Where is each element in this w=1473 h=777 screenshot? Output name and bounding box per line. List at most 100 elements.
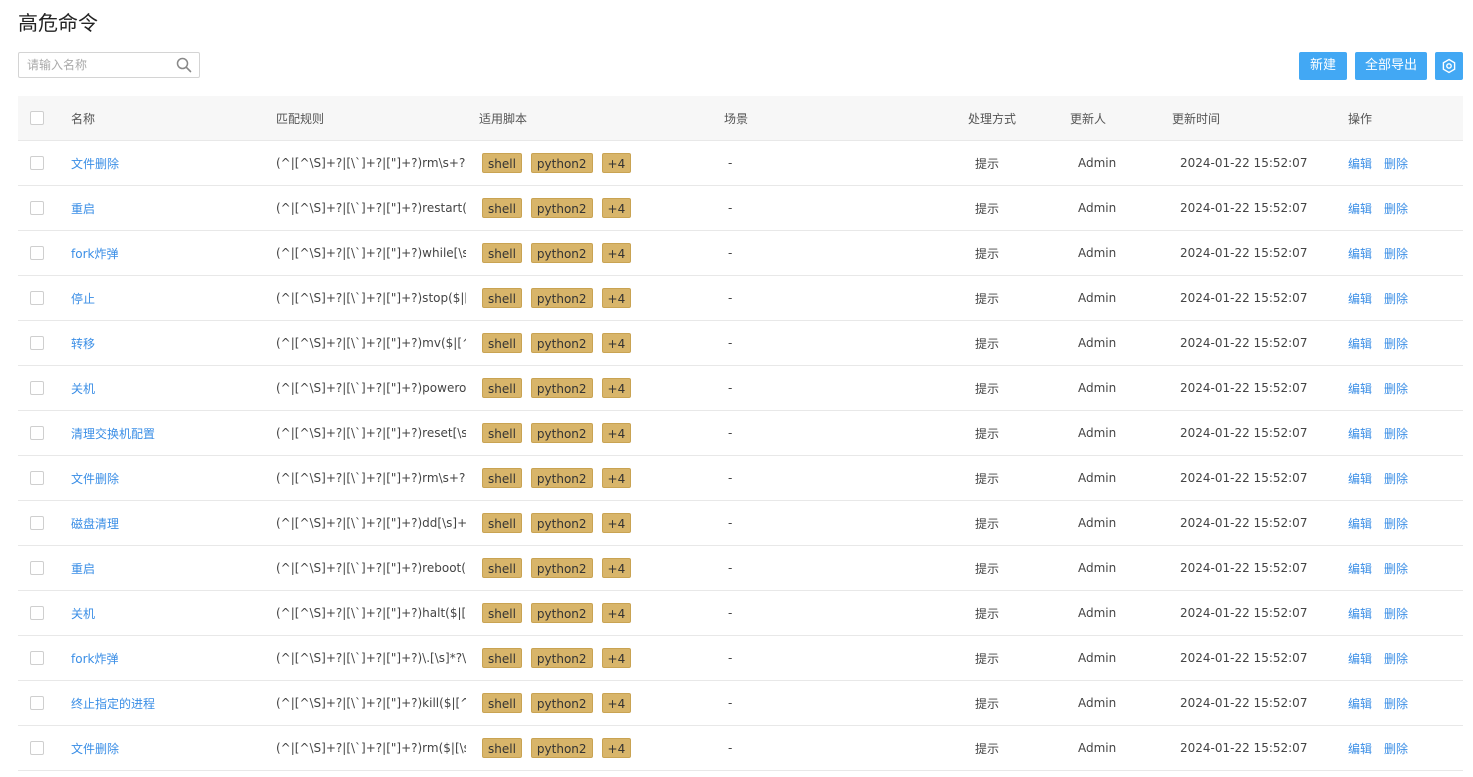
command-name-link[interactable]: fork炸弹 — [71, 650, 118, 667]
row-checkbox[interactable] — [30, 471, 44, 485]
match-rule: (^|[^\S]+?|[\`]+?|["]+?)rm\s+?-[rf... — [276, 156, 466, 170]
script-tag-more[interactable]: +4 — [601, 693, 632, 713]
delete-link[interactable]: 删除 — [1384, 155, 1408, 172]
delete-link[interactable]: 删除 — [1384, 380, 1408, 397]
row-checkbox[interactable] — [30, 426, 44, 440]
script-tag: python2 — [530, 513, 593, 533]
delete-link[interactable]: 删除 — [1384, 245, 1408, 262]
command-name-link[interactable]: 磁盘清理 — [71, 515, 119, 532]
edit-link[interactable]: 编辑 — [1348, 695, 1372, 712]
handling-value: 提示 — [975, 516, 1000, 531]
edit-link[interactable]: 编辑 — [1348, 650, 1372, 667]
command-name-link[interactable]: 终止指定的进程 — [71, 695, 155, 712]
row-checkbox[interactable] — [30, 651, 44, 665]
search-input[interactable] — [27, 54, 177, 76]
script-tag: shell — [482, 738, 522, 758]
row-checkbox[interactable] — [30, 516, 44, 530]
script-tag-more[interactable]: +4 — [601, 243, 632, 263]
script-tag: python2 — [530, 153, 593, 173]
delete-link[interactable]: 删除 — [1384, 560, 1408, 577]
edit-link[interactable]: 编辑 — [1348, 560, 1372, 577]
edit-link[interactable]: 编辑 — [1348, 605, 1372, 622]
edit-link[interactable]: 编辑 — [1348, 155, 1372, 172]
command-name-link[interactable]: 转移 — [71, 335, 95, 352]
edit-link[interactable]: 编辑 — [1348, 335, 1372, 352]
match-rule: (^|[^\S]+?|[\`]+?|["]+?)rm($|[\s]+... — [276, 741, 466, 755]
edit-link[interactable]: 编辑 — [1348, 380, 1372, 397]
command-name-link[interactable]: 文件删除 — [71, 740, 119, 757]
search-box[interactable] — [18, 52, 200, 78]
row-checkbox[interactable] — [30, 246, 44, 260]
delete-link[interactable]: 删除 — [1384, 650, 1408, 667]
script-tag-more[interactable]: +4 — [601, 423, 632, 443]
row-checkbox[interactable] — [30, 741, 44, 755]
scene-value: - — [728, 741, 733, 755]
script-tag-more[interactable]: +4 — [601, 288, 632, 308]
command-name-link[interactable]: 关机 — [71, 605, 95, 622]
delete-link[interactable]: 删除 — [1384, 425, 1408, 442]
script-tag-more[interactable]: +4 — [601, 558, 632, 578]
updater-value: Admin — [1078, 696, 1117, 710]
settings-button[interactable] — [1435, 52, 1463, 80]
delete-link[interactable]: 删除 — [1384, 740, 1408, 757]
row-checkbox[interactable] — [30, 156, 44, 170]
row-checkbox[interactable] — [30, 381, 44, 395]
script-tags: shell python2 +4 — [482, 591, 712, 635]
command-name-link[interactable]: 重启 — [71, 560, 95, 577]
column-header-script: 适用脚本 — [479, 111, 528, 126]
delete-link[interactable]: 删除 — [1384, 515, 1408, 532]
script-tag-more[interactable]: +4 — [601, 513, 632, 533]
row-checkbox[interactable] — [30, 291, 44, 305]
script-tag-more[interactable]: +4 — [601, 603, 632, 623]
script-tags: shell python2 +4 — [482, 546, 712, 590]
search-icon[interactable] — [176, 57, 192, 73]
delete-link[interactable]: 删除 — [1384, 695, 1408, 712]
script-tags: shell python2 +4 — [482, 141, 712, 185]
row-checkbox[interactable] — [30, 336, 44, 350]
script-tag-more[interactable]: +4 — [601, 198, 632, 218]
command-name-link[interactable]: 文件删除 — [71, 470, 119, 487]
edit-link[interactable]: 编辑 — [1348, 470, 1372, 487]
delete-link[interactable]: 删除 — [1384, 290, 1408, 307]
row-checkbox[interactable] — [30, 606, 44, 620]
script-tag-more[interactable]: +4 — [601, 153, 632, 173]
row-checkbox[interactable] — [30, 561, 44, 575]
script-tag-more[interactable]: +4 — [601, 738, 632, 758]
table-row: 停止 (^|[^\S]+?|[\`]+?|["]+?)stop($|[^\... s… — [18, 276, 1463, 321]
script-tag-more[interactable]: +4 — [601, 333, 632, 353]
command-name-link[interactable]: 关机 — [71, 380, 95, 397]
edit-link[interactable]: 编辑 — [1348, 425, 1372, 442]
edit-link[interactable]: 编辑 — [1348, 290, 1372, 307]
command-name-link[interactable]: 重启 — [71, 200, 95, 217]
delete-link[interactable]: 删除 — [1384, 335, 1408, 352]
script-tag-more[interactable]: +4 — [601, 648, 632, 668]
updater-value: Admin — [1078, 156, 1117, 170]
script-tag: python2 — [530, 243, 593, 263]
command-name-link[interactable]: 文件删除 — [71, 155, 119, 172]
command-name-link[interactable]: fork炸弹 — [71, 245, 118, 262]
edit-link[interactable]: 编辑 — [1348, 515, 1372, 532]
page-title: 高危命令 — [18, 11, 98, 35]
script-tag-more[interactable]: +4 — [601, 378, 632, 398]
export-all-button[interactable]: 全部导出 — [1355, 52, 1427, 80]
edit-link[interactable]: 编辑 — [1348, 740, 1372, 757]
script-tag: shell — [482, 558, 522, 578]
script-tag: shell — [482, 468, 522, 488]
delete-link[interactable]: 删除 — [1384, 200, 1408, 217]
delete-link[interactable]: 删除 — [1384, 470, 1408, 487]
match-rule: (^|[^\S]+?|[\`]+?|["]+?)restart($|[... — [276, 201, 466, 215]
table-row: 文件删除 (^|[^\S]+?|[\`]+?|["]+?)rm($|[\s]+..… — [18, 726, 1463, 771]
row-checkbox[interactable] — [30, 201, 44, 215]
script-tag-more[interactable]: +4 — [601, 468, 632, 488]
command-name-link[interactable]: 停止 — [71, 290, 95, 307]
update-time-value: 2024-01-22 15:52:07 — [1180, 201, 1308, 215]
update-time-value: 2024-01-22 15:52:07 — [1180, 516, 1308, 530]
edit-link[interactable]: 编辑 — [1348, 200, 1372, 217]
select-all-checkbox[interactable] — [30, 111, 44, 125]
edit-link[interactable]: 编辑 — [1348, 245, 1372, 262]
row-checkbox[interactable] — [30, 696, 44, 710]
delete-link[interactable]: 删除 — [1384, 605, 1408, 622]
handling-value: 提示 — [975, 471, 1000, 486]
new-button[interactable]: 新建 — [1299, 52, 1347, 80]
command-name-link[interactable]: 清理交换机配置 — [71, 425, 155, 442]
